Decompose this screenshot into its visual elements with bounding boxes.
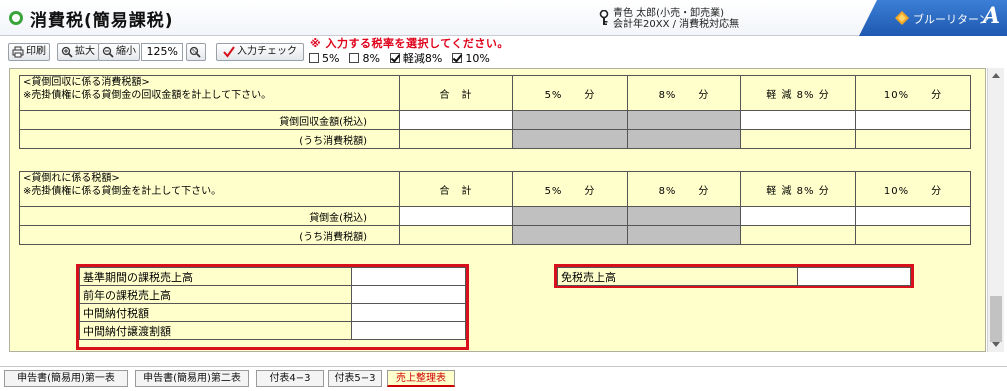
col-header-reduced8: 軽 減 8% 分 [740,75,856,111]
col-header-total: 合 計 [399,75,513,111]
input-cell[interactable] [797,267,911,286]
row-label: 貸倒回収金額(税込) [19,110,400,130]
col-header-10: 10% 分 [855,171,971,207]
row-label: (うち消費税額) [19,225,400,245]
checkbox-icon [349,53,360,63]
calc-cell [399,225,513,245]
row-label: 中間納付譲渡割額 [79,321,352,340]
rate-8-checkbox[interactable]: 8% [349,50,380,66]
fiscal-info: 会計年20XX / 消費税対応無 [613,19,740,30]
rate-reduced8-checkbox[interactable]: 軽減8% [389,50,442,66]
table-description: <貸倒回収に係る消費税額> ※売掛債権に係る貸倒金の回収金額を計上して下さい。 [19,75,400,111]
col-header-reduced8: 軽 減 8% 分 [740,171,856,207]
base-period-box: 基準期間の課税売上高 前年の課税売上高 中間納付税額 中間納付譲渡割額 [76,264,469,350]
page-title: 消費税(簡易課税) [30,11,174,31]
print-button[interactable]: 印刷 [8,43,50,61]
tab-form2[interactable]: 申告書(簡易用)第二表 [135,370,249,387]
table-description: <貸倒れに係る税額> ※売掛債権に係る貸倒金を計上して下さい。 [19,171,400,207]
zoom-fit-icon: % [189,46,201,58]
input-cell[interactable] [399,110,513,130]
tab-table4-3[interactable]: 付表4−3 [256,370,324,387]
input-cell[interactable] [351,321,466,340]
col-header-8: 8% 分 [627,171,741,207]
calc-cell [399,129,513,149]
disabled-cell [627,206,741,226]
zoom-percent-button[interactable]: % [186,43,206,61]
disabled-cell [627,110,741,130]
tax-exempt-sales-box: 免税売上高 [554,264,914,288]
row-label: 中間納付税額 [79,303,352,322]
input-cell[interactable] [740,110,856,130]
bad-debt-table: <貸倒れに係る税額> ※売掛債権に係る貸倒金を計上して下さい。 合 計 5% 分 … [19,171,971,245]
calc-cell [855,225,971,245]
input-cell[interactable] [740,206,856,226]
col-header-5: 5% 分 [512,75,628,111]
rate-notice: ※ 入力する税率を選択してください。 [310,37,509,50]
status-dot-icon [9,11,23,25]
rate-10-checkbox[interactable]: 10% [452,50,490,66]
brand-name: ブルーリターン [913,13,990,26]
zoom-out-button[interactable]: 縮小 [98,43,140,61]
vertical-scrollbar[interactable] [987,68,1004,352]
checkbox-checked-icon [389,53,400,63]
row-label: 基準期間の課税売上高 [79,267,352,286]
zoom-out-icon [102,46,114,58]
tab-table5-3[interactable]: 付表5−3 [328,370,382,387]
input-cell[interactable] [399,206,513,226]
svg-text:%: % [192,49,197,55]
col-header-8: 8% 分 [627,75,741,111]
calc-cell [855,129,971,149]
row-label: 貸倒金(税込) [19,206,400,226]
checkbox-checked-icon [452,53,463,63]
tab-form1[interactable]: 申告書(簡易用)第一表 [4,370,128,387]
scroll-down-icon[interactable] [992,342,1000,347]
user-name: 青色 太郎(小売・卸売業) [613,8,724,19]
calc-cell [740,129,856,149]
row-label: 前年の課税売上高 [79,285,352,304]
disabled-cell [512,206,628,226]
zoom-level-field[interactable]: 125% [141,43,183,61]
checkbox-icon [309,53,319,63]
disabled-cell [512,129,628,149]
rate-5-checkbox[interactable]: 5% [309,50,339,66]
disabled-cell [512,110,628,130]
brand-mark-icon [895,11,909,25]
col-header-total: 合 計 [399,171,513,207]
input-cell[interactable] [855,110,971,130]
disabled-cell [627,225,741,245]
scroll-up-icon[interactable] [992,73,1000,78]
brand-logo: ブルーリターン A [859,0,1007,36]
user-key-icon [599,10,609,25]
input-cell[interactable] [351,285,466,304]
zoom-in-button[interactable]: 拡大 [57,43,99,61]
zoom-in-icon [61,46,73,58]
input-cell[interactable] [351,267,466,286]
input-cell[interactable] [351,303,466,322]
brand-a: A [983,3,1001,29]
disabled-cell [512,225,628,245]
check-icon [223,46,235,58]
bad-debt-recovery-table: <貸倒回収に係る消費税額> ※売掛債権に係る貸倒金の回収金額を計上して下さい。 合… [19,75,971,149]
row-label: 免税売上高 [557,267,798,286]
scroll-thumb[interactable] [990,296,1002,342]
input-check-button[interactable]: 入力チェック [216,43,304,61]
calc-cell [740,225,856,245]
input-cell[interactable] [855,206,971,226]
disabled-cell [627,129,741,149]
col-header-5: 5% 分 [512,171,628,207]
title-bar: 消費税(簡易課税) 青色 太郎(小売・卸売業) 会計年20XX / 消費税対応無… [0,0,1007,36]
tab-sales-summary[interactable]: 売上整理表 [387,370,455,387]
row-label: (うち消費税額) [19,129,400,149]
col-header-10: 10% 分 [855,75,971,111]
rate-selector: 5% 8% 軽減8% 10% [309,50,490,66]
user-info: 青色 太郎(小売・卸売業) 会計年20XX / 消費税対応無 [598,8,739,30]
printer-icon [12,46,24,58]
